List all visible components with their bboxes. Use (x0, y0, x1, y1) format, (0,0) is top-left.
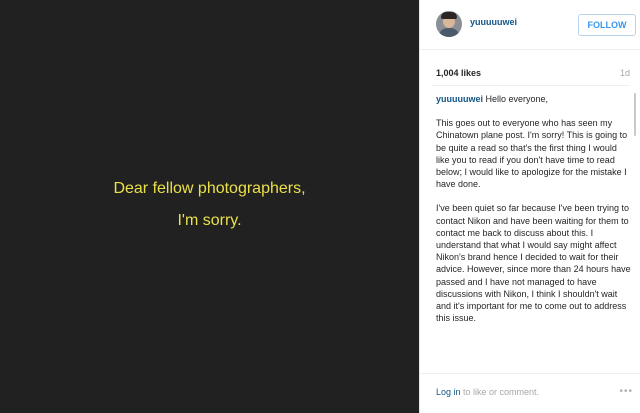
post-age[interactable]: 1d (620, 68, 630, 78)
login-prompt: Log in to like or comment. (436, 387, 539, 397)
more-options-icon[interactable]: ••• (619, 386, 633, 397)
image-text-line-1: Dear fellow photographers, (113, 180, 306, 197)
post-footer: Log in to like or comment. ••• (420, 373, 640, 413)
caption-paragraph-2: I've been quiet so far because I've been… (436, 203, 631, 324)
caption-paragraph-1: This goes out to everyone who has seen m… (436, 118, 628, 190)
login-link[interactable]: Log in (436, 387, 461, 397)
login-suffix: to like or comment. (460, 387, 540, 397)
post-image: Dear fellow photographers, I'm sorry. (0, 0, 419, 413)
post-header: yuuuuuwei FOLLOW (420, 0, 640, 50)
caption-scrollbar[interactable] (634, 93, 637, 371)
follow-button[interactable]: FOLLOW (578, 14, 636, 36)
likes-count[interactable]: 1,004 likes (436, 68, 481, 78)
avatar-hair (441, 12, 457, 19)
caption-username-link[interactable]: yuuuuuwei (436, 94, 483, 104)
caption-greeting: Hello everyone, (485, 94, 549, 104)
caption-greeting-line: yuuuuuwei Hello everyone, (436, 93, 632, 105)
username-link[interactable]: yuuuuuwei (470, 17, 517, 27)
post-sidebar: yuuuuuwei FOLLOW 1,004 likes 1d yuuuuuwe… (419, 0, 640, 413)
caption: yuuuuuwei Hello everyone, This goes out … (436, 93, 632, 371)
caption-scrollbar-thumb[interactable] (634, 93, 636, 136)
avatar-body (438, 28, 460, 37)
avatar[interactable] (436, 11, 462, 37)
image-text-line-2: I'm sorry. (177, 212, 242, 229)
divider (432, 85, 630, 86)
